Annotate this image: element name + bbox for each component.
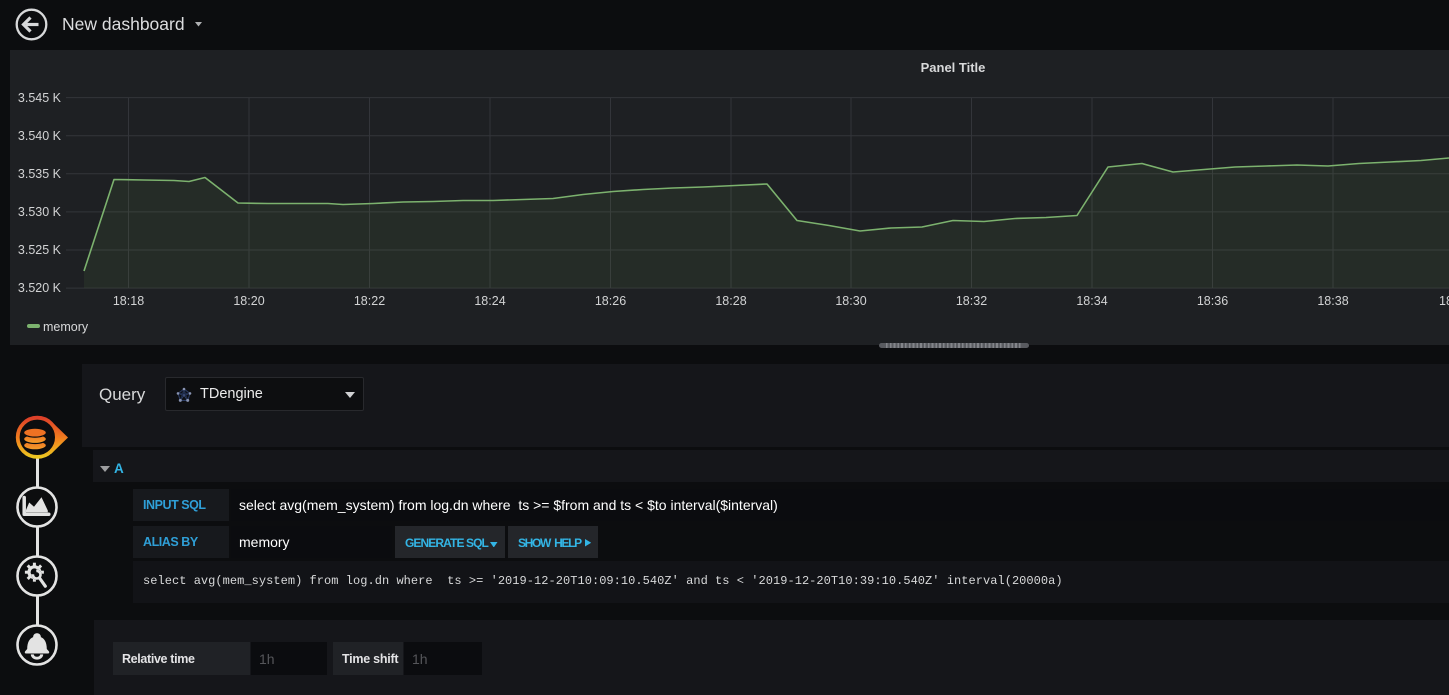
svg-text:3.545 K: 3.545 K [18,91,62,105]
svg-text:18:20: 18:20 [233,294,264,308]
svg-text:3.530 K: 3.530 K [18,205,62,219]
svg-text:18:26: 18:26 [595,294,626,308]
svg-text:3.525 K: 3.525 K [18,243,62,257]
svg-text:18:32: 18:32 [956,294,987,308]
svg-text:18:38: 18:38 [1317,294,1348,308]
svg-text:memory: memory [43,320,89,334]
svg-text:3.520 K: 3.520 K [18,281,62,295]
svg-text:18:18: 18:18 [113,294,144,308]
svg-text:18:22: 18:22 [354,294,385,308]
svg-text:18: 18 [1439,294,1449,308]
svg-text:18:34: 18:34 [1076,294,1107,308]
svg-text:3.540 K: 3.540 K [18,129,62,143]
svg-text:18:24: 18:24 [474,294,505,308]
svg-text:3.535 K: 3.535 K [18,167,62,181]
svg-text:18:36: 18:36 [1197,294,1228,308]
svg-text:18:28: 18:28 [715,294,746,308]
svg-text:18:30: 18:30 [835,294,866,308]
